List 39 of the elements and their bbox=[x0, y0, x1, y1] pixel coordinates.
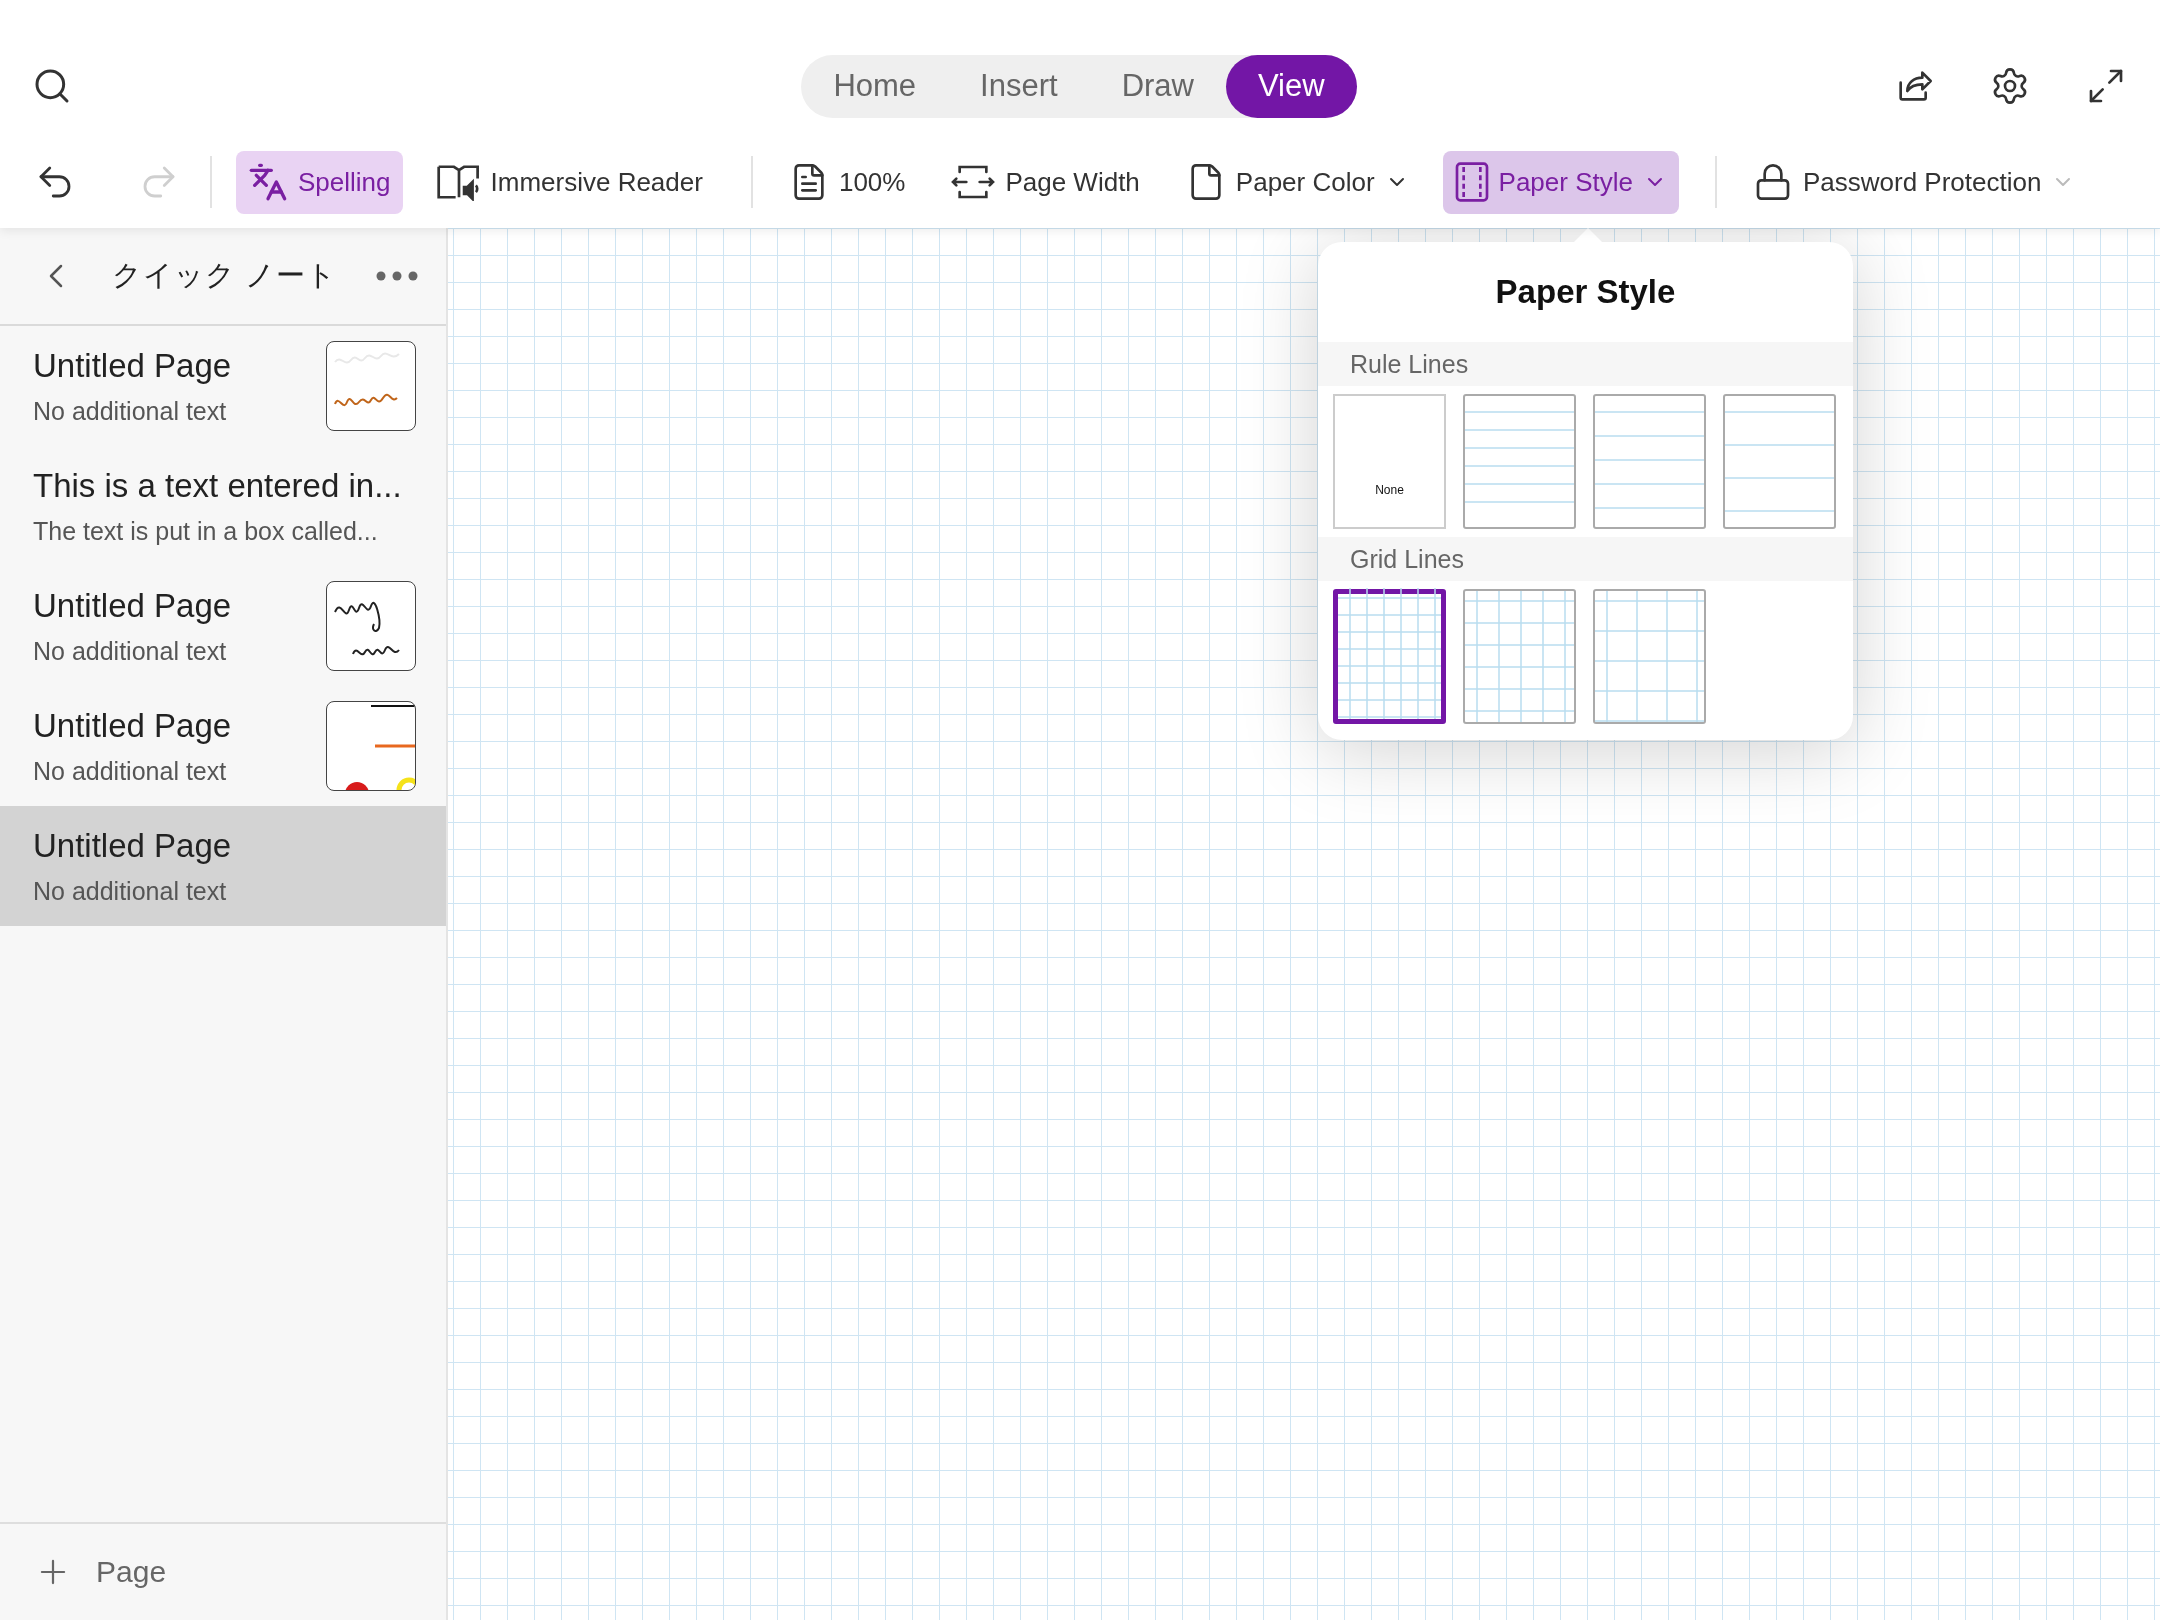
page-item[interactable]: Untitled Page No additional text bbox=[0, 326, 446, 446]
page-title: Untitled Page bbox=[33, 346, 233, 385]
page-item[interactable]: This is a text entered in... The text is put in a box called... bbox=[0, 446, 446, 566]
tab[interactable]: Draw bbox=[1089, 54, 1226, 118]
tab[interactable]: Home bbox=[801, 54, 949, 118]
page-preview: No additional text bbox=[33, 396, 228, 426]
page-title: Untitled Page bbox=[33, 706, 233, 745]
tab[interactable]: Insert bbox=[948, 54, 1090, 118]
ribbon-button[interactable]: Paper Color bbox=[1173, 150, 1421, 214]
more-icon bbox=[376, 271, 418, 281]
section-header: Grid Lines bbox=[1318, 537, 1853, 581]
grid-lines-icon bbox=[1465, 591, 1574, 722]
page-item[interactable]: Untitled Page No additional text bbox=[0, 566, 446, 686]
section-header: Rule Lines bbox=[1318, 342, 1853, 386]
page-preview: The text is put in a box called... bbox=[33, 516, 379, 546]
add-page-button[interactable]: Page bbox=[26, 1553, 175, 1591]
page-title: This is a text entered in... bbox=[33, 466, 403, 505]
page-preview: No additional text bbox=[33, 876, 228, 906]
ribbon-button[interactable]: Spelling bbox=[236, 150, 403, 214]
page-item[interactable]: Untitled Page No additional text bbox=[0, 686, 446, 806]
grid-lines-icon bbox=[1338, 588, 1441, 719]
page-preview: No additional text bbox=[33, 636, 228, 666]
page-title: Untitled Page bbox=[33, 586, 233, 625]
ribbon-button[interactable]: Password Protection bbox=[1740, 150, 2088, 214]
page-title: Untitled Page bbox=[33, 826, 233, 865]
ribbon-button[interactable]: Immersive Reader bbox=[424, 150, 715, 214]
ribbon-button[interactable]: Paper Style bbox=[1442, 150, 1679, 214]
book-speaker-icon bbox=[436, 163, 481, 201]
ribbon-button[interactable]: Page Width bbox=[939, 150, 1152, 214]
tab[interactable]: View bbox=[1225, 54, 1357, 118]
page-item[interactable]: Untitled Page No additional text bbox=[0, 806, 446, 926]
notebook-title: クイック ノート bbox=[112, 258, 339, 293]
paper-style-option[interactable]: None bbox=[1333, 394, 1446, 529]
popup-title: Paper Style bbox=[1494, 272, 1677, 312]
grid-lines-icon bbox=[1595, 591, 1704, 722]
paper-margins-icon bbox=[1454, 162, 1489, 202]
page-preview: No additional text bbox=[33, 756, 228, 786]
ribbon-button[interactable]: 100% bbox=[776, 150, 918, 214]
paper-style-option[interactable] bbox=[1333, 589, 1446, 724]
